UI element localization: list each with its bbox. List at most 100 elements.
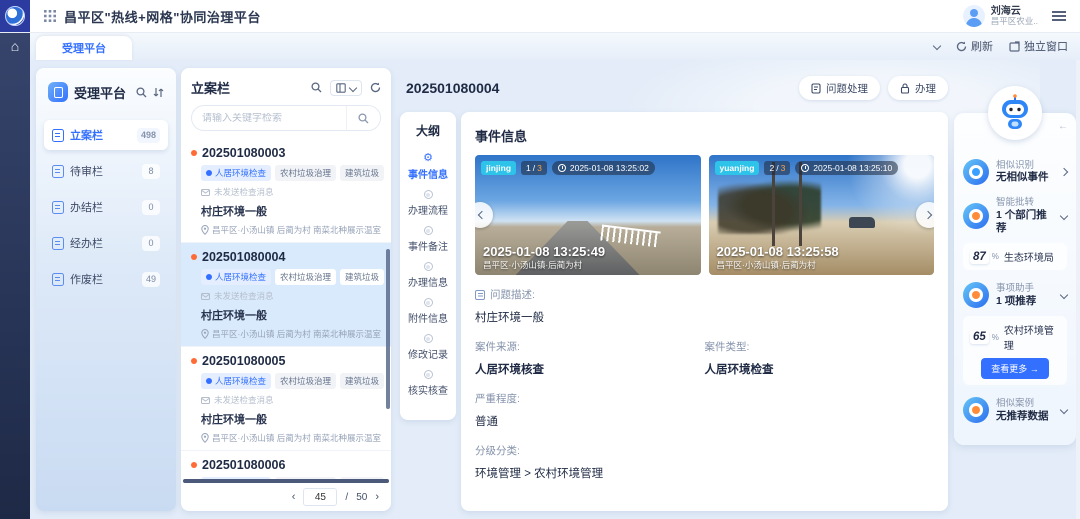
event-photo-1[interactable]: jinjing 1/3 2025-01-08 13:25:02 2025-01-… (475, 155, 701, 275)
outline-item-edit-history[interactable]: 修改记录 (408, 334, 448, 361)
outline-item-event-info[interactable]: ⚙ 事件信息 (408, 154, 448, 181)
similar-recognition-row[interactable]: 相似识别 无相似事件 (963, 159, 1067, 185)
keyword-search-input[interactable] (192, 113, 346, 124)
window-icon (1009, 41, 1020, 52)
search-button[interactable] (346, 106, 380, 130)
handle-button[interactable]: 办理 (888, 76, 948, 100)
helper-recommendation: 65 % 农村环境管理 查看更多 → (963, 316, 1067, 385)
next-page-button[interactable]: › (375, 491, 379, 503)
logo-icon (5, 6, 25, 26)
step-dot-icon (424, 226, 433, 235)
step-dot-icon (424, 298, 433, 307)
outline-item-process[interactable]: 办理流程 (408, 190, 448, 217)
case-id: 202501080005 (191, 354, 381, 368)
event-photo-2[interactable]: yuanjing 2/3 2025-01-08 13:25:10 2025-01… (709, 155, 935, 275)
unread-dot-icon (191, 358, 197, 364)
list-vertical-scrollbar[interactable] (386, 249, 390, 409)
unread-dot-icon (191, 462, 197, 468)
apps-grid-icon[interactable] (44, 10, 56, 22)
photo-counter: 1/3 (521, 161, 547, 175)
file-icon (52, 273, 64, 286)
outline-item-verification[interactable]: 核实核查 (408, 370, 448, 397)
view-more-button[interactable]: 查看更多 → (981, 358, 1049, 379)
total-pages: 50 (356, 492, 367, 503)
case-id: 202501080004 (191, 250, 381, 264)
search-icon[interactable] (311, 82, 322, 93)
sidebar-item-filing[interactable]: 立案栏 498 (44, 120, 168, 150)
unread-dot-icon (191, 254, 197, 260)
section-title: 事件信息 (475, 126, 934, 145)
collapse-arrow-icon[interactable]: ← (1058, 121, 1068, 132)
photo-type-badge: jinjing (481, 161, 516, 175)
case-item[interactable]: 202501080006 人居环境检查 农村垃圾治理 建筑垃圾 未发送检查消息 … (181, 451, 391, 479)
left-rail: ⌂ (0, 32, 30, 519)
refresh-icon[interactable] (370, 82, 381, 93)
chevron-left-icon (477, 211, 485, 219)
dispatch-recommendation[interactable]: 87 % 生态环境局 (963, 243, 1067, 270)
unread-dot-icon (191, 150, 197, 156)
ai-assistant-panel: ← 相似识别 无相似事件 智能批转 1 个部门推荐 87 % 生态环境局 (954, 113, 1076, 445)
app-logo (0, 0, 30, 32)
case-summary: 村庄环境一般 (201, 203, 381, 219)
nav-panel-title: 受理平台 (74, 83, 130, 102)
hamburger-menu-icon[interactable] (1052, 11, 1066, 21)
sidebar-item-voided[interactable]: 作废栏 49 (44, 264, 168, 294)
photo-counter: 2/3 (764, 161, 790, 175)
refresh-button[interactable]: 刷新 (956, 38, 993, 54)
tag-badge: 农村垃圾治理 (275, 269, 336, 285)
accept-platform-panel: 受理平台 立案栏 498 待审栏 8 办结栏 0 经办栏 0 作废栏 49 (36, 68, 176, 511)
count-badge: 8 (142, 164, 160, 179)
similar-cases-row[interactable]: 相似案例 无推荐数据 (963, 397, 1067, 423)
search-icon[interactable] (136, 87, 147, 98)
chevron-down-icon (1060, 212, 1068, 220)
keyword-search (191, 105, 381, 131)
photo-watermark: 2025-01-08 13:25:58 昌平区·小汤山镇·后蔺为村 (717, 244, 839, 271)
case-list: 202501080003 人居环境检查 农村垃圾治理 建筑垃圾 未发送检查消息 … (181, 139, 391, 479)
standalone-window-button[interactable]: 独立窗口 (1009, 38, 1068, 54)
case-status: 未发送检查消息 (201, 186, 381, 198)
user-menu[interactable]: 刘海云 昌平区农业.. (963, 5, 1038, 27)
clipboard-icon (52, 129, 64, 142)
matter-helper-row[interactable]: 事项助手 1 项推荐 (963, 282, 1067, 308)
page-number-input[interactable] (303, 488, 337, 506)
chevron-down-icon (349, 83, 357, 91)
case-item[interactable]: 202501080005 人居环境检查 农村垃圾治理 建筑垃圾 未发送检查消息 … (181, 347, 391, 451)
location-pin-icon (201, 225, 209, 235)
gear-icon: ⚙ (423, 154, 433, 163)
problem-desc-label: 问题描述: (475, 287, 934, 302)
problem-handling-button[interactable]: 问题处理 (799, 76, 880, 100)
robot-mascot-icon[interactable] (988, 86, 1042, 140)
matter-helper-icon (963, 282, 989, 308)
tag-badge: 农村垃圾治理 (275, 373, 336, 389)
sidebar-item-pending-review[interactable]: 待审栏 8 (44, 156, 168, 186)
photo-prev-button[interactable] (475, 202, 493, 228)
window-scrollbar[interactable] (1076, 60, 1080, 519)
outline-item-remarks[interactable]: 事件备注 (408, 226, 448, 253)
severity-label: 严重程度: (475, 391, 934, 406)
sidebar-item-handled[interactable]: 经办栏 0 (44, 228, 168, 258)
case-item[interactable]: 202501080003 人居环境检查 农村垃圾治理 建筑垃圾 未发送检查消息 … (181, 139, 391, 243)
tag-badge: 人居环境检查 (201, 373, 271, 389)
tag-badge: 建筑垃圾 (340, 165, 384, 181)
category-label: 分级分类: (475, 443, 934, 458)
outline-item-attachments[interactable]: 附件信息 (408, 298, 448, 325)
tab-accept-platform[interactable]: 受理平台 (36, 36, 132, 60)
outline-item-handling-info[interactable]: 办理信息 (408, 262, 448, 289)
tabs-dropdown-icon[interactable] (933, 42, 941, 50)
home-icon[interactable]: ⌂ (0, 32, 30, 60)
user-org: 昌平区农业.. (991, 17, 1038, 26)
smart-dispatch-row[interactable]: 智能批转 1 个部门推荐 (963, 197, 1067, 235)
app-window: 昌平区"热线+网格"协同治理平台 刘海云 昌平区农业.. 受理平台 刷新 独立窗… (0, 0, 1080, 519)
message-icon (201, 397, 210, 404)
sort-icon[interactable] (153, 87, 164, 98)
case-item-selected[interactable]: 202501080004 人居环境检查 农村垃圾治理 建筑垃圾 未发送检查消息 … (181, 243, 391, 347)
case-status: 未发送检查消息 (201, 394, 381, 406)
view-mode-dropdown[interactable] (330, 80, 362, 96)
count-badge: 49 (142, 272, 160, 287)
user-avatar (963, 5, 985, 27)
description-icon (475, 290, 485, 300)
prev-page-button[interactable]: ‹ (292, 491, 296, 503)
step-dot-icon (424, 190, 433, 199)
sidebar-item-completed[interactable]: 办结栏 0 (44, 192, 168, 222)
tag-badge: 建筑垃圾 (340, 477, 384, 479)
